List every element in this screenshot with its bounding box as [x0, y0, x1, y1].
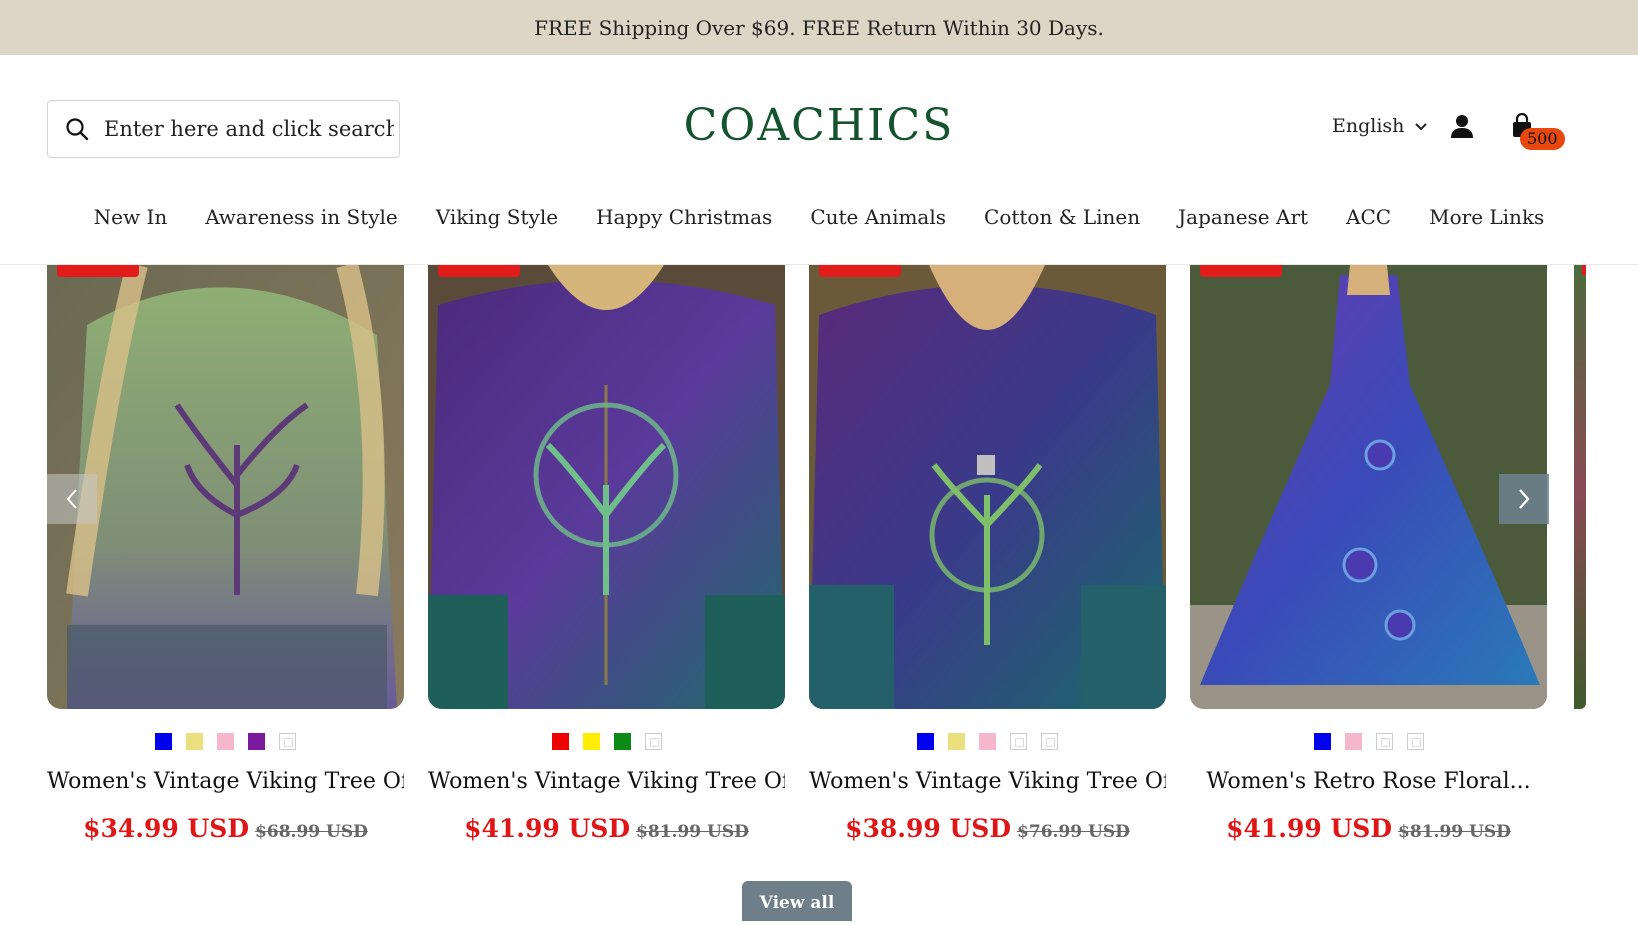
- swatch-yellow[interactable]: [948, 733, 965, 750]
- swatch-pink[interactable]: [1344, 733, 1362, 750]
- site-header: COACHICS English 500 New In Awareness in…: [0, 55, 1638, 265]
- swatch-image[interactable]: [1406, 733, 1424, 750]
- nav-item-new-in[interactable]: New In: [75, 205, 187, 229]
- sale-price: $34.99 USD: [83, 814, 250, 843]
- nav-item-viking-style[interactable]: Viking Style: [417, 205, 577, 229]
- swatch-image[interactable]: [644, 733, 662, 750]
- sale-price: $38.99 USD: [845, 814, 1012, 843]
- user-account-icon[interactable]: [1448, 113, 1476, 141]
- carousel-prev-button[interactable]: [47, 474, 97, 524]
- discount-badge: [438, 265, 520, 277]
- search-input[interactable]: [104, 117, 394, 141]
- nav-item-more-links[interactable]: More Links: [1410, 205, 1563, 229]
- product-prices: $38.99 USD $76.99 USD: [809, 814, 1166, 843]
- site-logo[interactable]: COACHICS: [684, 100, 955, 151]
- nav-item-acc[interactable]: ACC: [1327, 205, 1410, 229]
- nav-item-cute-animals[interactable]: Cute Animals: [791, 205, 965, 229]
- product-image[interactable]: [809, 265, 1166, 709]
- product-card[interactable]: Women's Vintage Viking Tree Of... $34.99…: [47, 265, 404, 843]
- product-image[interactable]: [1190, 265, 1547, 709]
- product-card[interactable]: Women's Vintage Viking Tree Of... $41.99…: [428, 265, 785, 843]
- swatch-blue[interactable]: [155, 733, 172, 750]
- swatch-image[interactable]: [279, 733, 296, 750]
- discount-badge: [1582, 265, 1586, 275]
- swatch-yellow[interactable]: [186, 733, 203, 750]
- product-image[interactable]: [428, 265, 785, 709]
- color-swatches: [428, 733, 785, 751]
- swatch-image[interactable]: [1041, 733, 1058, 750]
- nav-item-happy-christmas[interactable]: Happy Christmas: [577, 205, 791, 229]
- product-title[interactable]: Women's Vintage Viking Tree Of...: [47, 769, 404, 794]
- color-swatches: [1190, 733, 1547, 751]
- cart-count-badge: 500: [1520, 128, 1565, 150]
- swatch-pink[interactable]: [979, 733, 996, 750]
- language-selector[interactable]: English: [1332, 115, 1428, 137]
- carousel-next-button[interactable]: [1499, 474, 1549, 524]
- product-carousel: Women's Vintage Viking Tree Of... $34.99…: [0, 265, 1638, 913]
- chevron-left-icon: [66, 489, 77, 509]
- swatch-image[interactable]: [1375, 733, 1393, 750]
- color-swatches: [47, 733, 404, 751]
- announcement-bar: FREE Shipping Over $69. FREE Return With…: [0, 0, 1638, 55]
- nav-item-awareness-in-style[interactable]: Awareness in Style: [186, 205, 417, 229]
- product-title[interactable]: Women's Vintage Viking Tree Of...: [809, 769, 1166, 794]
- swatch-purple[interactable]: [248, 733, 265, 750]
- chevron-down-icon: [1414, 115, 1428, 137]
- product-title[interactable]: Women's Vintage Viking Tree Of...: [428, 769, 785, 794]
- product-prices: $41.99 USD $81.99 USD: [1190, 814, 1547, 843]
- color-swatches: [809, 733, 1166, 751]
- sale-price: $41.99 USD: [464, 814, 631, 843]
- swatch-blue[interactable]: [917, 733, 934, 750]
- original-price: $81.99 USD: [1398, 822, 1511, 842]
- original-price: $81.99 USD: [636, 822, 749, 842]
- discount-badge: [1200, 265, 1282, 277]
- sale-price: $41.99 USD: [1226, 814, 1393, 843]
- swatch-pink[interactable]: [217, 733, 234, 750]
- discount-badge: [57, 265, 139, 277]
- announcement-text: FREE Shipping Over $69. FREE Return With…: [534, 15, 1104, 40]
- chevron-right-icon: [1519, 489, 1530, 509]
- product-prices: $34.99 USD $68.99 USD: [47, 814, 404, 843]
- swatch-image[interactable]: [1010, 733, 1027, 750]
- product-card[interactable]: Women's Retro Rose Floral... $41.99 USD $…: [1190, 265, 1547, 843]
- nav-item-cotton-linen[interactable]: Cotton & Linen: [965, 205, 1159, 229]
- swatch-blue[interactable]: [1313, 733, 1331, 750]
- language-label: English: [1332, 115, 1405, 137]
- nav-item-japanese-art[interactable]: Japanese Art: [1159, 205, 1327, 229]
- original-price: $68.99 USD: [255, 822, 368, 842]
- product-image[interactable]: [47, 265, 404, 709]
- swatch-green[interactable]: [613, 733, 631, 750]
- swatch-yellow[interactable]: [582, 733, 600, 750]
- original-price: $76.99 USD: [1017, 822, 1130, 842]
- product-title[interactable]: Women's Retro Rose Floral...: [1190, 769, 1547, 794]
- search-box[interactable]: [47, 100, 400, 158]
- discount-badge: [819, 265, 901, 277]
- product-card[interactable]: Women's Vintage Viking Tree Of... $38.99…: [809, 265, 1166, 843]
- main-nav: New In Awareness in Style Viking Style H…: [0, 205, 1638, 229]
- next-product-peek: [1574, 265, 1586, 709]
- search-icon[interactable]: [62, 114, 92, 144]
- view-all-button[interactable]: View all: [742, 881, 852, 921]
- swatch-red[interactable]: [551, 733, 569, 750]
- product-prices: $41.99 USD $81.99 USD: [428, 814, 785, 843]
